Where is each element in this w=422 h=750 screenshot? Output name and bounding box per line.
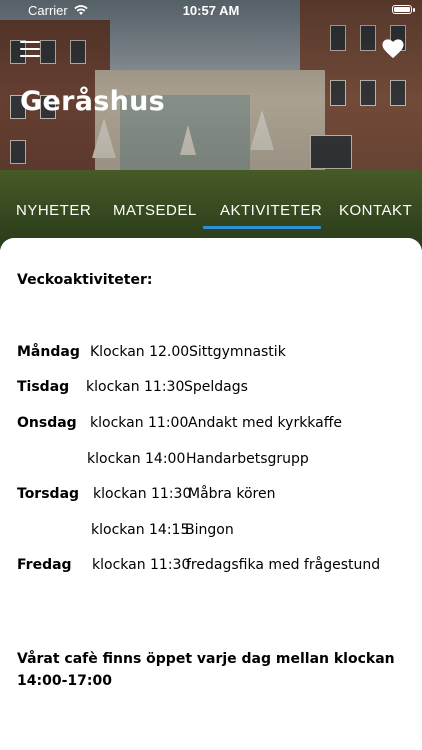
schedule-activity: Andakt med kyrkkaffe (188, 415, 343, 431)
schedule-activity: Måbra kören (188, 486, 276, 502)
heart-icon[interactable] (382, 38, 404, 60)
hamburger-menu-icon[interactable] (20, 41, 40, 57)
content-card: Veckoaktiviteter: Måndag Klockan 12.00 S… (0, 238, 422, 750)
schedule-time: klockan 14:00 (87, 451, 186, 467)
schedule-row: klockan 14:00 Handarbetsgrupp (0, 451, 422, 473)
battery-icon (392, 5, 415, 14)
schedule-row: Måndag Klockan 12.00 Sittgymnastik (0, 344, 422, 366)
schedule-activity: fredagsfika med frågestund (186, 557, 381, 573)
tab-nyheter[interactable]: NYHETER (16, 202, 91, 219)
section-heading: Veckoaktiviteter: (17, 272, 153, 288)
schedule-time: klockan 11:30 (92, 557, 191, 573)
schedule-day: Torsdag (17, 486, 80, 502)
schedule-row: klockan 14:15 Bingon (0, 522, 422, 544)
schedule-time: klockan 11:30 (93, 486, 192, 502)
schedule-time: klockan 11:30 (86, 379, 185, 395)
schedule-row: Fredag klockan 11:30 fredagsfika med frå… (0, 557, 422, 579)
status-bar: Carrier 10:57 AM (0, 0, 422, 22)
schedule-day: Tisdag (17, 379, 70, 395)
schedule-time: Klockan 12.00 (90, 344, 190, 360)
schedule-day: Fredag (17, 557, 72, 573)
tab-kontakt[interactable]: KONTAKT (339, 202, 412, 219)
schedule-activity: Bingon (185, 522, 234, 538)
page-title: Geråshus (20, 86, 165, 117)
schedule-time: klockan 14:15 (91, 522, 190, 538)
cafe-opening-note: Vårat cafè finns öppet varje dag mellan … (17, 651, 395, 689)
schedule-day: Onsdag (17, 415, 77, 431)
schedule-row: Onsdag klockan 11:00 Andakt med kyrkkaff… (0, 415, 422, 437)
schedule-row: Tisdag klockan 11:30 Speldags (0, 379, 422, 401)
schedule-activity: Handarbetsgrupp (186, 451, 309, 467)
status-time: 10:57 AM (182, 3, 240, 18)
tab-matsedel[interactable]: MATSEDEL (113, 202, 197, 219)
active-tab-indicator (203, 226, 321, 229)
tab-aktiviteter[interactable]: AKTIVITETER (220, 202, 322, 219)
schedule-time: klockan 11:00 (90, 415, 189, 431)
schedule-activity: Sittgymnastik (189, 344, 286, 360)
schedule-day: Måndag (17, 344, 80, 360)
schedule-row: Torsdag klockan 11:30 Måbra kören (0, 486, 422, 508)
schedule-activity: Speldags (184, 379, 248, 395)
